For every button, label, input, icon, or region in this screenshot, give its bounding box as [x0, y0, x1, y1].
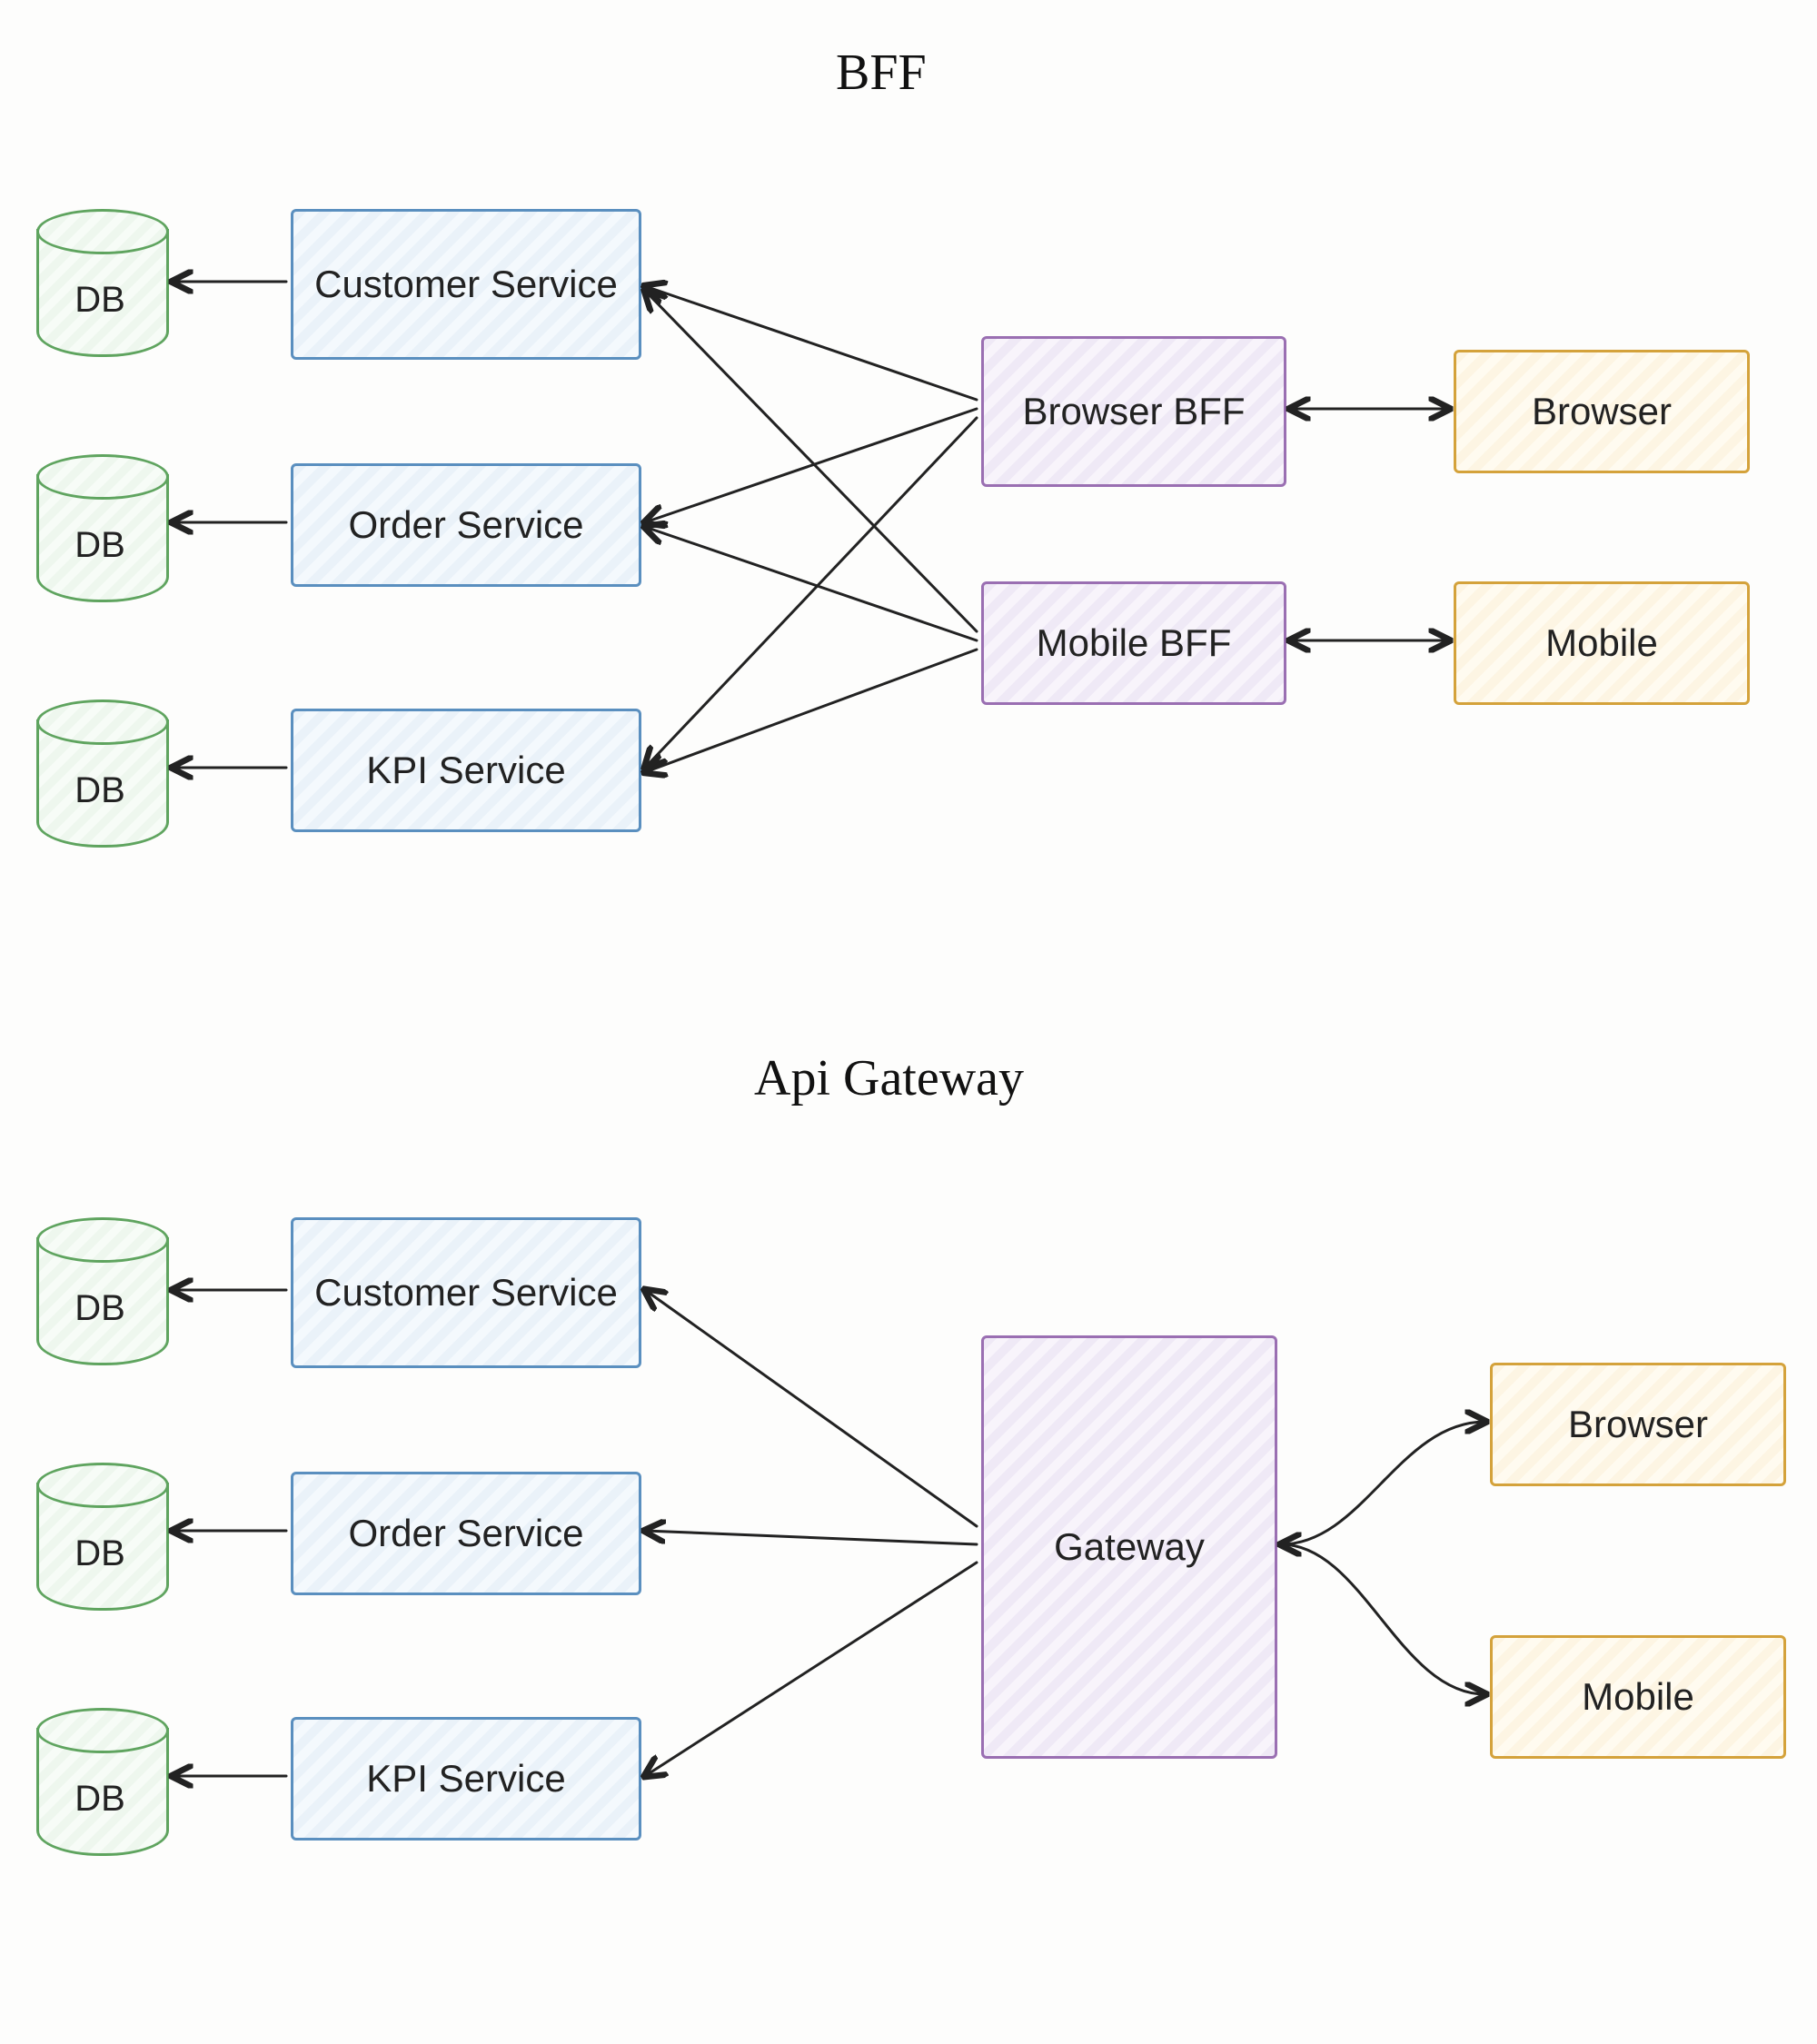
client-label: Browser [1568, 1402, 1708, 1447]
db-customer-bottom: DB [36, 1217, 164, 1363]
service-label: Order Service [348, 502, 583, 548]
client-label: Mobile [1582, 1674, 1694, 1720]
service-order-bottom: Order Service [291, 1472, 641, 1595]
service-kpi-top: KPI Service [291, 709, 641, 832]
diagram-canvas: BFF DB DB DB Customer Service Order Serv… [0, 0, 1817, 2044]
title-gateway: Api Gateway [754, 1049, 1024, 1107]
client-label: Browser [1532, 389, 1672, 434]
gateway-box: Gateway [981, 1335, 1277, 1759]
gateway-label: Gateway [1054, 1524, 1205, 1570]
db-order-bottom: DB [36, 1463, 164, 1608]
service-customer-bottom: Customer Service [291, 1217, 641, 1368]
db-order-top: DB [36, 454, 164, 600]
db-kpi-bottom: DB [36, 1708, 164, 1853]
service-label: KPI Service [366, 748, 565, 793]
db-label: DB [36, 1533, 164, 1574]
bff-mobile: Mobile BFF [981, 581, 1286, 705]
client-label: Mobile [1545, 620, 1658, 666]
service-label: Customer Service [314, 1270, 618, 1315]
service-label: KPI Service [366, 1756, 565, 1801]
client-mobile-top: Mobile [1454, 581, 1750, 705]
db-label: DB [36, 280, 164, 321]
title-bff: BFF [836, 44, 927, 102]
service-kpi-bottom: KPI Service [291, 1717, 641, 1841]
service-label: Order Service [348, 1511, 583, 1556]
db-label: DB [36, 1288, 164, 1329]
db-label: DB [36, 770, 164, 811]
service-label: Customer Service [314, 262, 618, 307]
bff-label: Browser BFF [1022, 389, 1245, 434]
db-label: DB [36, 525, 164, 566]
bff-browser: Browser BFF [981, 336, 1286, 487]
db-kpi-top: DB [36, 700, 164, 845]
service-customer-top: Customer Service [291, 209, 641, 360]
client-mobile-bottom: Mobile [1490, 1635, 1786, 1759]
bff-label: Mobile BFF [1037, 620, 1232, 666]
client-browser-bottom: Browser [1490, 1363, 1786, 1486]
client-browser-top: Browser [1454, 350, 1750, 473]
db-customer-top: DB [36, 209, 164, 354]
service-order-top: Order Service [291, 463, 641, 587]
db-label: DB [36, 1779, 164, 1820]
